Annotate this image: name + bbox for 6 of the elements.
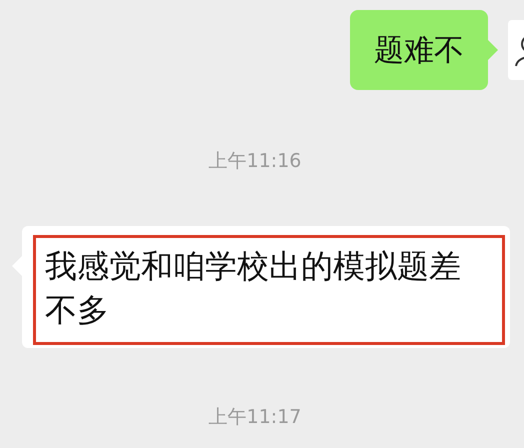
bubble-tail [488, 40, 498, 60]
timestamp: 上午11:17 [208, 405, 302, 430]
avatar-icon[interactable] [508, 20, 524, 80]
message-text: 我感觉和咱学校出的模拟题差不多 [45, 246, 462, 331]
message-bubble: 题难不 [350, 10, 488, 90]
timestamp: 上午11:16 [208, 149, 302, 174]
